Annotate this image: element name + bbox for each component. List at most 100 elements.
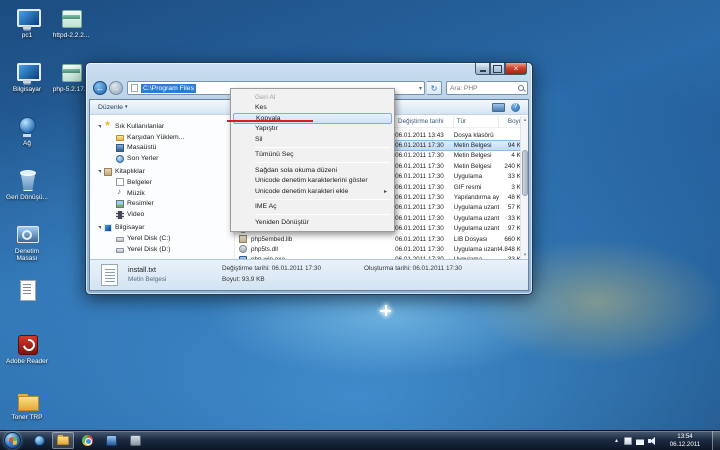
hidden-icons-arrow-icon[interactable]: ▴: [615, 437, 618, 444]
sidebar-item-music[interactable]: Müzik: [90, 188, 234, 199]
scroll-up-icon[interactable]: ▴: [521, 116, 529, 124]
sidebar-group-libraries[interactable]: Kitaplıklar: [90, 166, 234, 177]
windows-logo-icon: [9, 436, 17, 445]
file-date: 06.01.2011 17:30: [395, 194, 454, 201]
sidebar-label: Kitaplıklar: [115, 168, 145, 175]
taskbar-app-browser[interactable]: [76, 432, 98, 449]
taskbar-app-media[interactable]: [28, 432, 50, 449]
column-header-type[interactable]: Tür: [454, 116, 499, 127]
desktop-icon-recycle-bin[interactable]: Geri Dönüşü...: [6, 170, 48, 201]
desktop-icon-control-panel[interactable]: Denetim Masası: [6, 224, 48, 262]
action-center-icon[interactable]: [624, 437, 632, 445]
menu-separator: [255, 162, 390, 163]
desktop-icon-document[interactable]: [6, 280, 48, 304]
recent-places-icon: [116, 155, 124, 163]
media-player-icon: [34, 435, 45, 446]
vertical-scrollbar[interactable]: ▴ ▾: [520, 116, 528, 259]
details-modified: Değiştirme tarihi: 06.01.2011 17:30: [222, 265, 321, 272]
desktop-icon-toner-folder[interactable]: Toner TRP: [6, 390, 48, 421]
menu-item-show-unicode-controls[interactable]: Unicode denetim karakterlerini göster: [233, 176, 392, 187]
context-menu: Geri Al Kes Kopyala Yapıştır Sil Tümünü …: [230, 88, 395, 232]
file-date: 06.01.2011 17:30: [395, 204, 454, 211]
file-type: Uygulama: [454, 173, 499, 180]
close-button[interactable]: ×: [505, 63, 527, 75]
file-date: 06.01.2011 17:30: [395, 184, 454, 191]
sidebar-group-favorites[interactable]: Sık Kullanılanlar: [90, 121, 234, 132]
file-row[interactable]: php5embed.lib 06.01.2011 17:30 LIB Dosya…: [236, 234, 528, 244]
disk-icon: [116, 237, 124, 242]
desktop-icon-pc1[interactable]: pc1: [6, 8, 48, 39]
sidebar-group-computer[interactable]: Bilgisayar: [90, 222, 234, 233]
taskbar-app-explorer[interactable]: [52, 432, 74, 449]
sidebar-item-desktop[interactable]: Masaüstü: [90, 143, 234, 154]
sidebar-item-local-disk-c[interactable]: Yerel Disk (C:): [90, 233, 234, 244]
sidebar-item-downloads[interactable]: Karşıdan Yüklem...: [90, 132, 234, 143]
file-type: Uygulama uzantısı: [454, 215, 499, 222]
menu-item-rtl-reading-order[interactable]: Sağdan sola okuma düzeni: [233, 165, 392, 176]
sidebar-item-local-disk-d[interactable]: Yerel Disk (D:): [90, 244, 234, 255]
file-row[interactable]: php5ts.dll 06.01.2011 17:30 Uygulama uza…: [236, 244, 528, 254]
expander-icon[interactable]: [98, 125, 101, 128]
libraries-icon: [104, 168, 112, 176]
column-header-date[interactable]: Değiştirme tarihi: [395, 116, 454, 127]
sidebar-item-recent-places[interactable]: Son Yerler: [90, 153, 234, 164]
change-view-button[interactable]: [492, 103, 505, 112]
taskbar-clock[interactable]: 13:54 06.12.2011: [662, 433, 708, 449]
app-icon: [106, 435, 117, 446]
search-box[interactable]: [446, 81, 528, 95]
file-date: 06.01.2011 17:30: [395, 173, 454, 180]
help-button[interactable]: ?: [511, 103, 520, 112]
menu-item-open-ime[interactable]: IME Aç: [233, 202, 392, 213]
details-size: Boyut: 93,9 KB: [222, 276, 265, 283]
red-annotation-line: [227, 120, 313, 122]
expander-icon[interactable]: [98, 170, 101, 173]
submenu-arrow-icon: ▸: [384, 188, 387, 195]
taskbar-app-5[interactable]: [124, 432, 146, 449]
taskbar-app-4[interactable]: [100, 432, 122, 449]
desktop-icon-label: Bilgisayar: [6, 86, 48, 93]
menu-item-insert-unicode-control[interactable]: Unicode denetim karakteri ekle▸: [233, 186, 392, 197]
address-file-icon: [131, 84, 138, 92]
taskbar: ▴ 13:54 06.12.2011: [0, 430, 720, 450]
menu-item-cut[interactable]: Kes: [233, 103, 392, 114]
clock-date: 06.12.2011: [662, 441, 708, 449]
chevron-down-icon[interactable]: ▾: [419, 85, 422, 92]
menu-item-select-all[interactable]: Tümünü Seç: [233, 150, 392, 161]
desktop-icon-computer[interactable]: Bilgisayar: [6, 62, 48, 93]
sidebar-item-video[interactable]: Video: [90, 209, 234, 220]
package-icon: [58, 8, 84, 30]
start-button[interactable]: [4, 432, 21, 449]
sidebar-item-documents[interactable]: Belgeler: [90, 177, 234, 188]
desktop-icon-adobe-reader[interactable]: Adobe Reader: [6, 334, 48, 365]
favorites-star-icon: [104, 122, 112, 130]
refresh-button[interactable]: ↻: [427, 81, 442, 95]
volume-icon[interactable]: [648, 437, 656, 445]
folder-icon: [116, 135, 124, 141]
back-button[interactable]: ←: [93, 81, 107, 95]
maximize-button[interactable]: [490, 63, 505, 75]
pictures-icon: [116, 200, 124, 208]
file-date: 06.01.2011 17:30: [395, 246, 454, 253]
recycle-bin-icon: [14, 170, 40, 192]
desktop-icon-label: httpd-2.2.2...: [50, 32, 92, 39]
menu-item-delete[interactable]: Sil: [233, 134, 392, 145]
menu-item-paste[interactable]: Yapıştır: [233, 124, 392, 135]
minimize-button[interactable]: [475, 63, 490, 75]
sidebar-item-pictures[interactable]: Resimler: [90, 199, 234, 210]
file-type: Metin Belgesi: [454, 142, 499, 149]
show-desktop-button[interactable]: [712, 431, 720, 450]
scrollbar-thumb[interactable]: [522, 150, 528, 196]
network-icon[interactable]: [636, 437, 644, 445]
expander-icon[interactable]: [98, 226, 101, 229]
file-type: Metin Belgesi: [454, 152, 499, 159]
menu-item-reconversion[interactable]: Yeniden Dönüştür: [233, 217, 392, 228]
disk-icon: [116, 248, 124, 253]
search-input[interactable]: [450, 85, 514, 92]
forward-button[interactable]: →: [109, 81, 123, 95]
organize-menu-button[interactable]: Düzenle ▾: [98, 104, 127, 111]
desktop-icon-httpd[interactable]: httpd-2.2.2...: [50, 8, 92, 39]
scroll-down-icon[interactable]: ▾: [521, 251, 529, 259]
file-type: LIB Dosyası: [454, 236, 499, 243]
desktop-icon-network[interactable]: Ağ: [6, 116, 48, 147]
documents-icon: [116, 178, 124, 186]
